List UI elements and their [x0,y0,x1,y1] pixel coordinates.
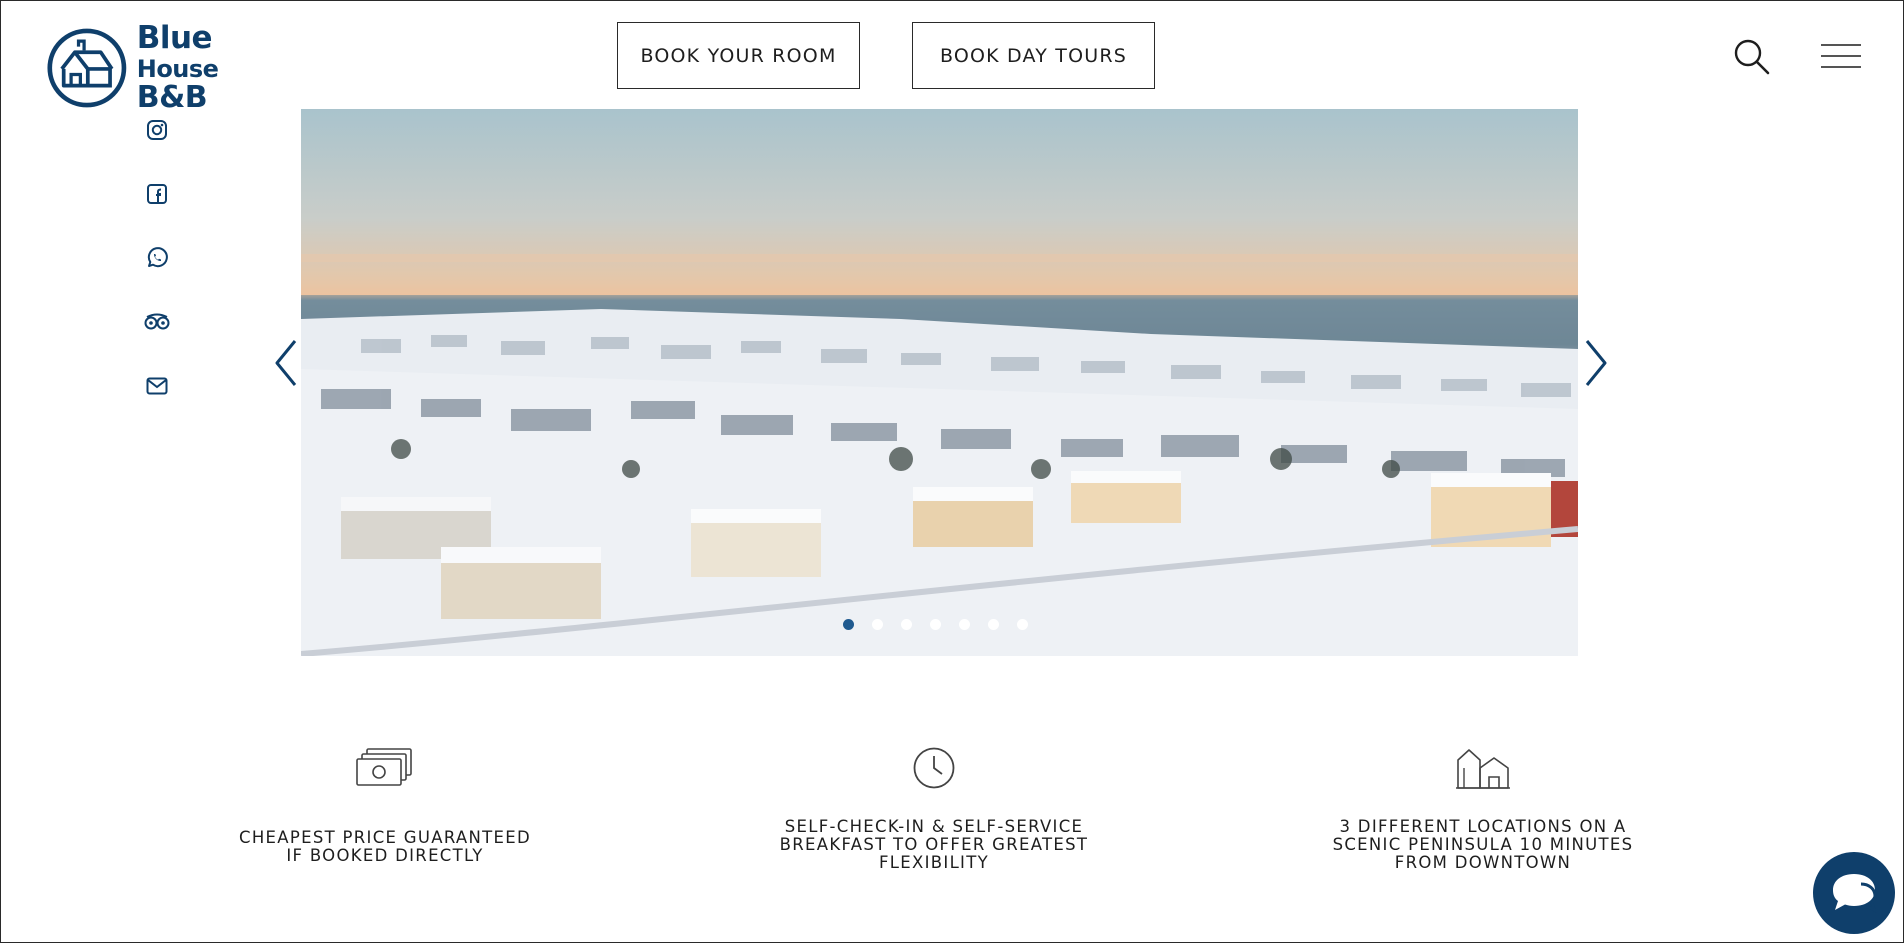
mail-icon[interactable] [143,372,171,400]
tripadvisor-icon[interactable] [143,308,171,336]
brand-wordmark: Blue House B&B [137,23,287,113]
town-illustration [301,254,1578,656]
slider-dot-6[interactable] [988,618,999,630]
brand-name-bnb: B&B [136,80,208,115]
feature-checkin: SELF-CHECK-IN & SELF-SERVICE BREAKFAST T… [769,746,1099,872]
hero-slide-image [301,109,1578,656]
slider-dot-3[interactable] [901,618,912,630]
brand-logo[interactable]: Blue House B&B [47,23,287,113]
feature-checkin-text: SELF-CHECK-IN & SELF-SERVICE BREAKFAST T… [779,817,1089,872]
slider-dot-4[interactable] [930,618,941,630]
clock-icon [913,747,955,789]
feature-locations-text: 3 DIFFERENT LOCATIONS ON A SCENIC PENINS… [1332,817,1634,872]
slider-dot-2[interactable] [872,618,883,630]
hamburger-menu-icon[interactable] [1819,41,1863,73]
chat-bubble-icon [1833,874,1877,913]
feature-price-text: CHEAPEST PRICE GUARANTEED IF BOOKED DIRE… [239,828,531,865]
brand-name-line2: House B&B [137,53,287,113]
book-tours-button[interactable]: BOOK DAY TOURS [912,22,1155,89]
feature-locations: 3 DIFFERENT LOCATIONS ON A SCENIC PENINS… [1318,746,1648,872]
cash-icon [356,748,412,786]
slider-prev-arrow-icon[interactable] [271,337,301,389]
slider-next-arrow-icon[interactable] [1581,337,1611,389]
slider-dot-7[interactable] [1017,618,1028,630]
feature-price: CHEAPEST PRICE GUARANTEED IF BOOKED DIRE… [220,746,550,865]
slider-dot-5[interactable] [959,618,970,630]
slider-pagination [843,617,1028,631]
facebook-icon[interactable] [143,180,171,208]
chat-widget-button[interactable] [1813,852,1895,934]
whatsapp-icon[interactable] [143,244,171,272]
slider-dot-1[interactable] [843,618,854,630]
book-room-button[interactable]: BOOK YOUR ROOM [617,22,860,89]
brand-name-house: House [136,55,219,83]
instagram-icon[interactable] [143,116,171,144]
search-icon[interactable] [1732,37,1772,77]
house-logo-icon [47,28,127,108]
houses-icon [1456,749,1510,789]
brand-name-line1: Blue [136,20,213,56]
